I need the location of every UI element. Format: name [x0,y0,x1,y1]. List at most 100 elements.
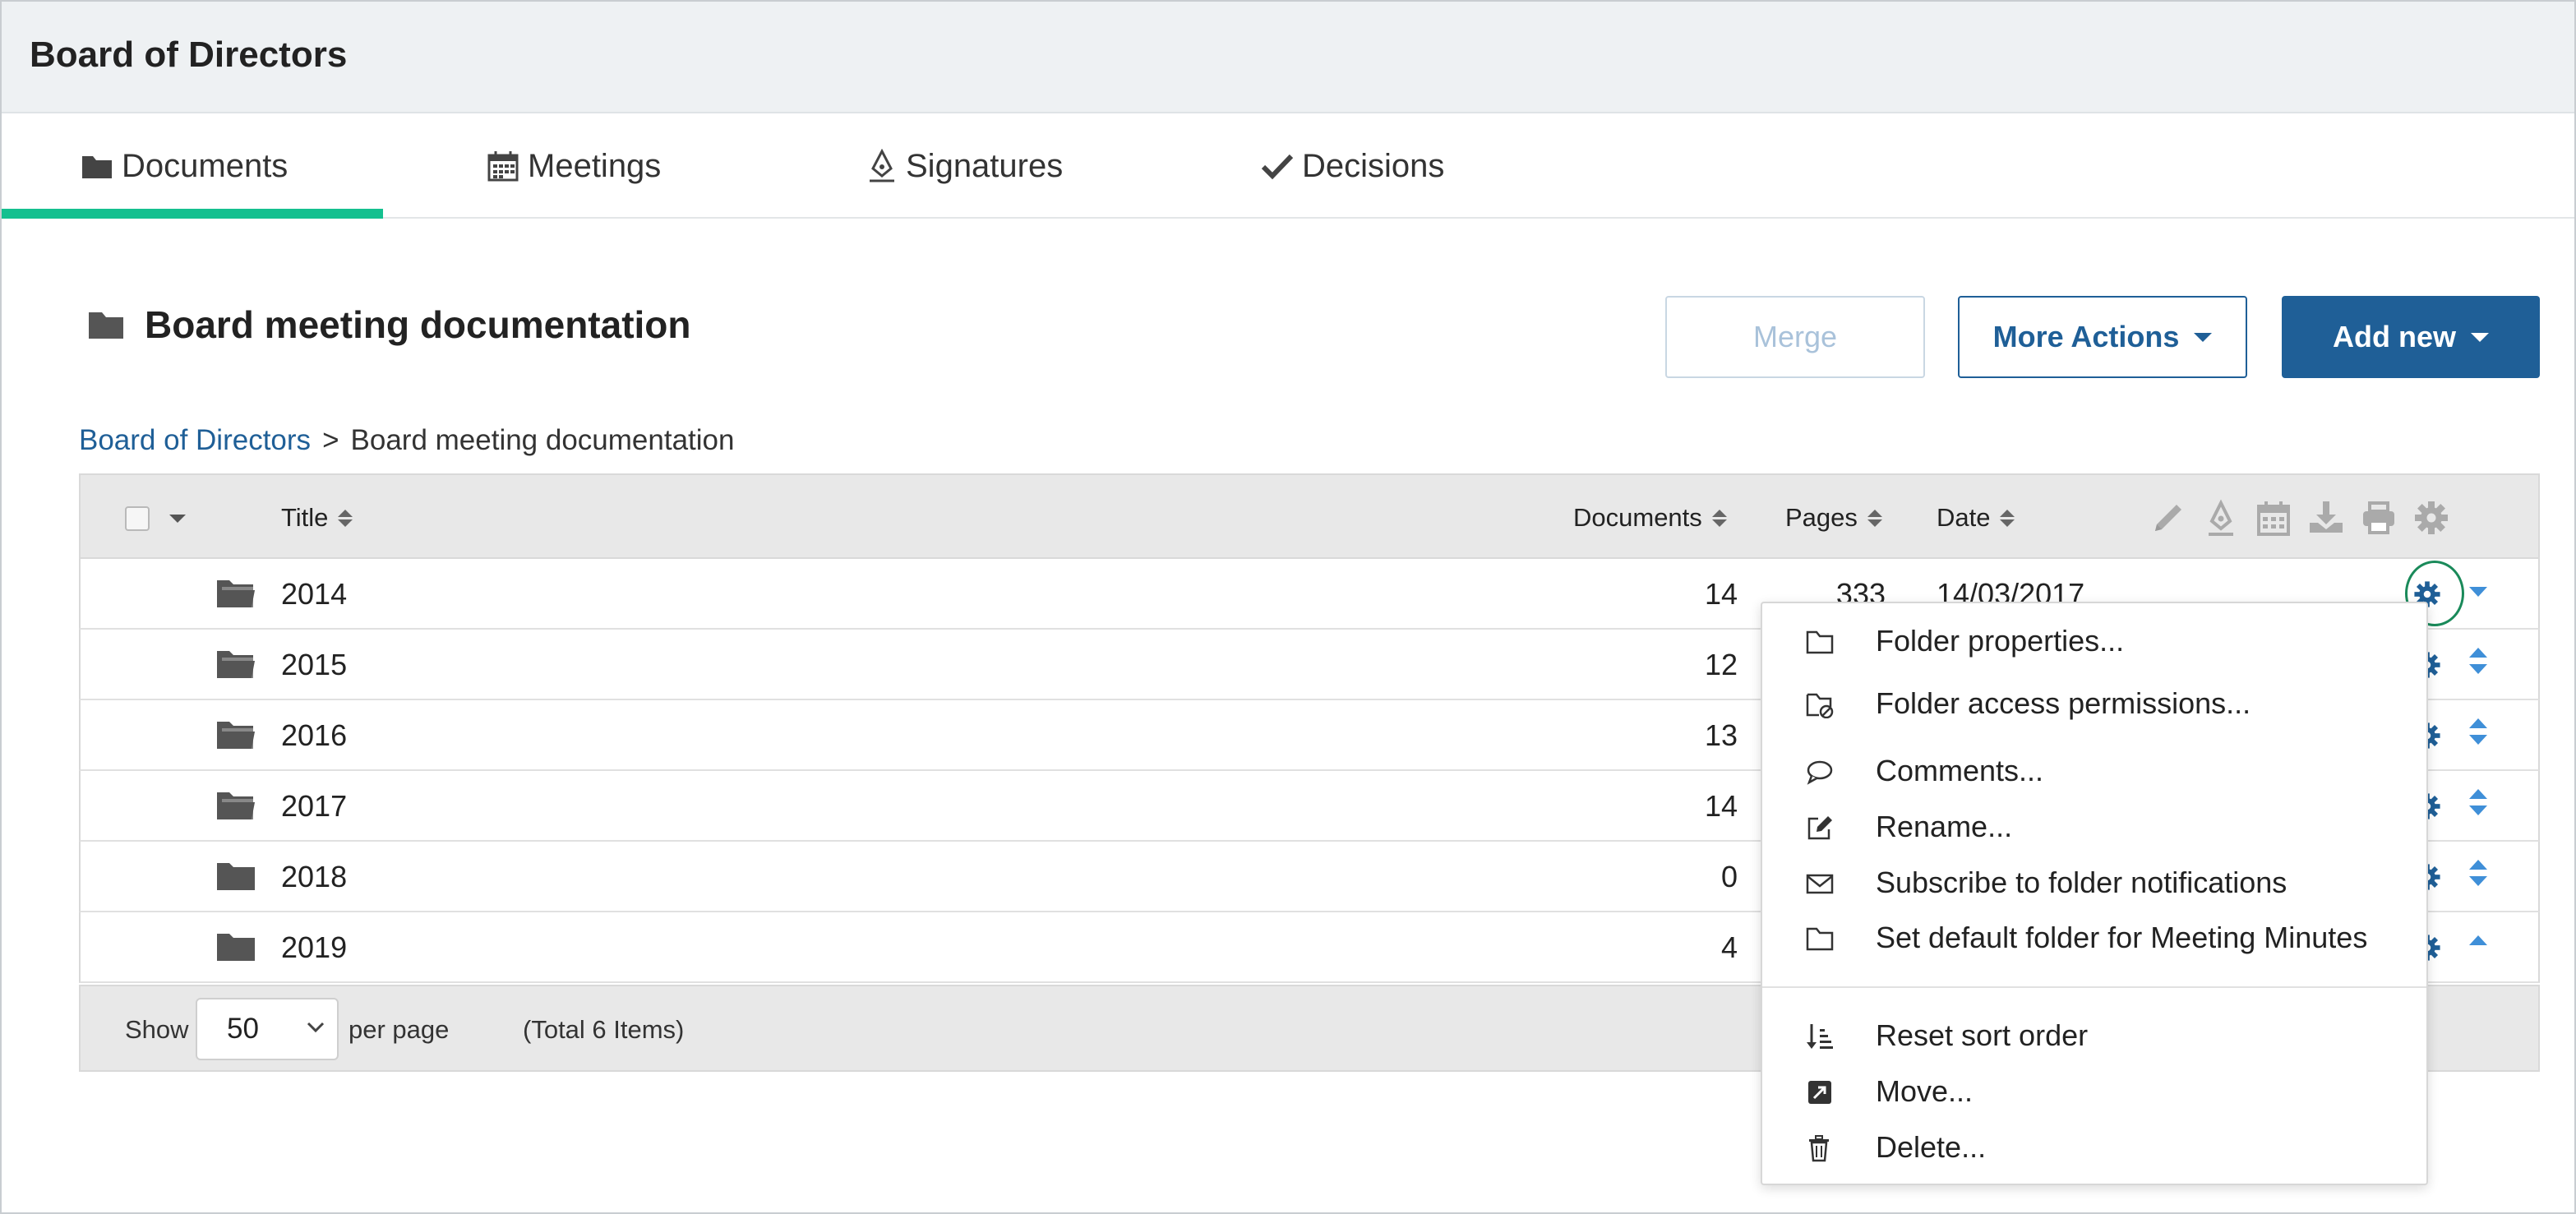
breadcrumb-current: Board meeting documentation [350,424,735,456]
menu-item-move[interactable]: Move... [1762,1065,2426,1118]
merge-button[interactable]: Merge [1665,296,1925,378]
menu-divider [1762,986,2426,988]
add-new-button[interactable]: Add new [2282,296,2540,378]
column-header-pages[interactable]: Pages [1785,475,1882,561]
add-new-label: Add new [2333,320,2456,353]
move-up-arrow[interactable] [2469,935,2487,945]
row-title[interactable]: 2015 [281,630,347,700]
breadcrumb-separator: > [322,424,339,456]
calendar-icon [487,151,519,182]
menu-item-comments[interactable]: Comments... [1762,745,2426,797]
column-action-icons [2149,498,2451,538]
row-documents: 0 [1720,860,1738,893]
reorder-arrows[interactable] [2469,789,2487,815]
caret-down-icon [2471,332,2489,342]
column-header-title[interactable]: Title [281,475,353,561]
column-title-label: Title [281,503,329,532]
row-title[interactable]: 2014 [281,559,347,630]
menu-item-reset-sort-order[interactable]: Reset sort order [1762,1009,2426,1062]
tab-signatures-label: Signatures [906,147,1064,184]
row-title[interactable]: 2018 [281,842,347,912]
row-documents: 12 [1704,648,1738,681]
page-size-select[interactable]: 50 [196,998,339,1060]
chevron-down-icon [307,1022,325,1033]
select-all-checkbox[interactable] [125,506,150,531]
column-pages-label: Pages [1785,503,1858,532]
page-size-value: 50 [227,1013,259,1045]
menu-item-set-default-folder[interactable]: Set default folder for Meeting Minutes [1762,912,2426,964]
row-documents: 14 [1704,789,1738,823]
app-title: Board of Directors [30,35,348,75]
tab-meetings[interactable]: Meetings [487,113,661,219]
total-items-label: (Total 6 Items) [523,1015,685,1044]
menu-item-label: Move... [1876,1074,1974,1108]
folder-outline-icon [1806,927,1834,951]
folder-outline-icon [1806,630,1834,654]
row-documents: 14 [1704,577,1738,611]
move-down-arrow[interactable] [2469,587,2487,597]
folder-open-icon [217,651,255,678]
folder-context-menu: Folder properties... Folder access permi… [1761,602,2428,1185]
tab-meetings-label: Meetings [528,147,662,184]
caret-down-icon [2194,332,2213,342]
menu-item-label: Folder properties... [1876,624,2125,658]
reorder-arrows[interactable] [2469,718,2487,745]
bulk-select-dropdown[interactable] [169,515,186,523]
menu-item-subscribe-notifications[interactable]: Subscribe to folder notifications [1762,856,2426,909]
sort-icon [2000,509,2015,527]
show-label: Show [125,1015,189,1044]
menu-item-folder-access-permissions[interactable]: Folder access permissions... [1762,677,2426,730]
column-documents-label: Documents [1573,503,1702,532]
sort-icon [1867,509,1882,527]
print-icon [2363,501,2394,534]
column-date-label: Date [1937,503,1991,532]
tab-documents[interactable]: Documents [81,113,288,219]
menu-item-rename[interactable]: Rename... [1762,801,2426,853]
trash-icon [1809,1135,1829,1162]
menu-item-label: Folder access permissions... [1876,686,2251,720]
folder-lock-icon [1806,693,1834,718]
menu-item-label: Rename... [1876,810,2013,843]
menu-item-folder-properties[interactable]: Folder properties... [1762,615,2426,667]
envelope-icon [1806,874,1834,894]
table-header: Title Documents Pages Date [79,473,2540,559]
menu-item-delete[interactable]: Delete... [1762,1121,2426,1174]
reorder-arrows[interactable] [2469,860,2487,886]
calendar-icon [2257,501,2290,536]
tab-bar: Documents Meetings Signatures Decisions [2,113,2574,219]
row-title[interactable]: 2017 [281,771,347,842]
tab-signatures[interactable]: Signatures [866,113,1063,219]
folder-open-icon [217,722,255,749]
gear-icon [2415,501,2448,534]
pencil-icon [2155,505,2181,531]
tab-decisions-label: Decisions [1302,147,1445,184]
row-title[interactable]: 2016 [281,700,347,771]
more-actions-label: More Actions [1992,320,2180,353]
folder-open-icon [217,792,255,819]
menu-item-label: Comments... [1876,754,2044,787]
folder-icon [217,934,255,961]
row-documents: 13 [1704,718,1738,752]
reorder-arrows[interactable] [2469,648,2487,674]
row-documents: 4 [1720,930,1738,964]
breadcrumb: Board of Directors > Board meeting documen… [79,424,734,457]
folder-title: Board meeting documentation [145,303,691,346]
breadcrumb-root-link[interactable]: Board of Directors [79,424,311,456]
menu-item-label: Subscribe to folder notifications [1876,865,2287,899]
check-icon [1261,154,1294,180]
tab-documents-label: Documents [122,147,289,184]
sort-icon [1807,1024,1833,1049]
row-title[interactable]: 2019 [281,912,347,983]
move-icon [1808,1081,1831,1104]
edit-icon [1807,816,1832,840]
menu-item-label: Reset sort order [1876,1018,2089,1052]
active-tab-indicator [2,209,383,219]
tab-decisions[interactable]: Decisions [1261,113,1444,219]
sort-icon [338,509,353,527]
column-header-date[interactable]: Date [1937,475,2015,561]
menu-item-label: Delete... [1876,1130,1987,1164]
more-actions-button[interactable]: More Actions [1958,296,2247,378]
menu-item-label: Set default folder for Meeting Minutes [1876,921,2368,954]
column-header-documents[interactable]: Documents [1573,475,1727,561]
folder-icon [82,156,112,178]
